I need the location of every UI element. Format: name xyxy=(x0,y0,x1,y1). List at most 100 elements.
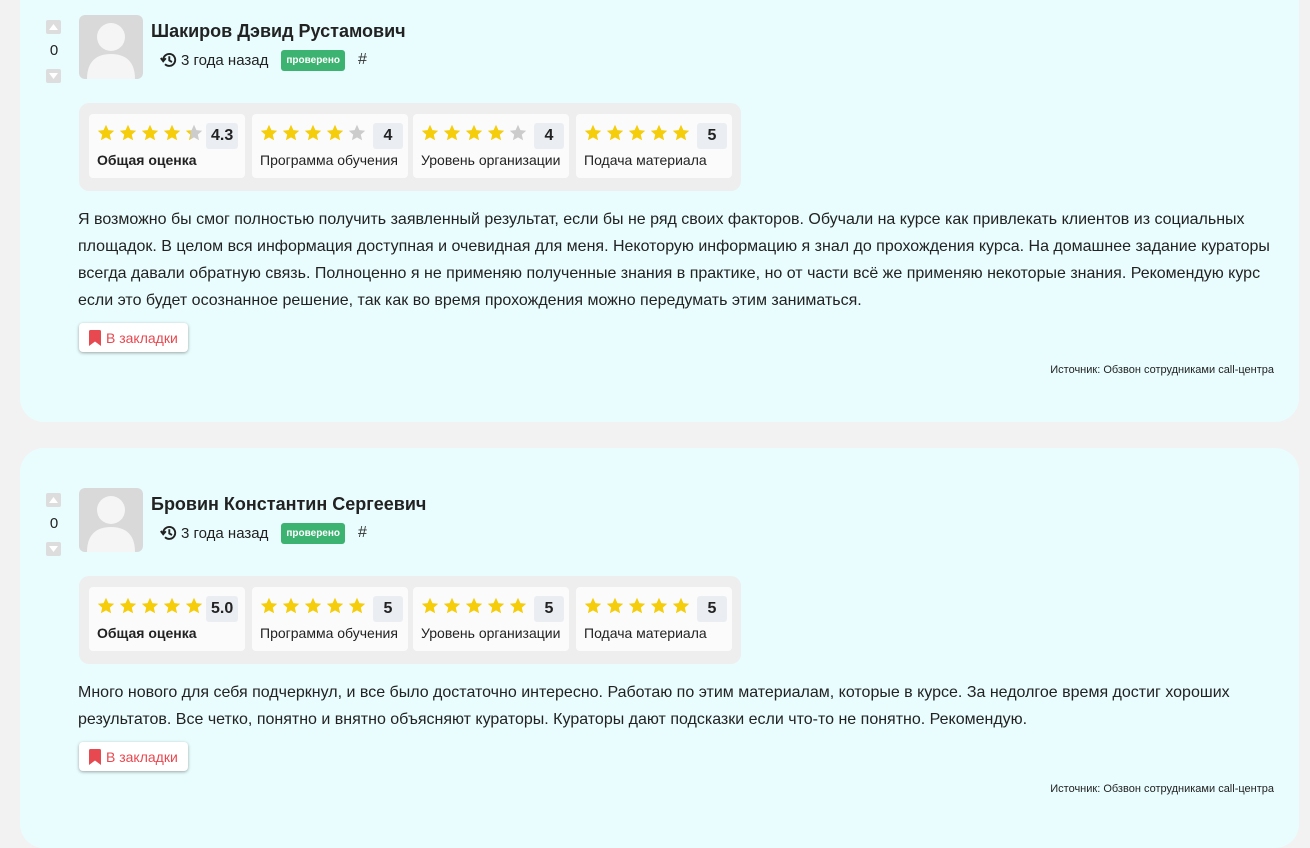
rating-score: 5 xyxy=(697,596,727,622)
star-filled-icon xyxy=(304,124,322,141)
star-filled-icon xyxy=(260,124,278,141)
permalink-link[interactable]: # xyxy=(358,51,367,69)
downvote-button[interactable] xyxy=(46,69,61,83)
star-filled-icon xyxy=(141,597,159,614)
rating-label: Подача материала xyxy=(584,625,707,641)
star-rating xyxy=(421,124,531,142)
rating-score: 4.3 xyxy=(206,123,239,149)
author-name[interactable]: Бровин Константин Сергеевич xyxy=(151,494,426,515)
star-filled-icon xyxy=(650,124,668,141)
star-filled-icon xyxy=(443,597,461,614)
author-name[interactable]: Шакиров Дэвид Рустамович xyxy=(151,21,406,42)
vote-count: 0 xyxy=(49,515,59,532)
star-rating xyxy=(260,124,370,142)
star-rating xyxy=(97,124,207,142)
rating-score: 5 xyxy=(534,596,564,622)
star-rating xyxy=(584,124,694,142)
rating-program: 4 Программа обучения xyxy=(252,114,408,178)
star-filled-icon xyxy=(487,597,505,614)
star-empty-icon xyxy=(348,124,366,141)
rating-score: 4 xyxy=(534,123,564,149)
bookmark-button[interactable]: В закладки xyxy=(79,323,188,352)
upvote-button[interactable] xyxy=(46,493,61,507)
vote-count: 0 xyxy=(49,42,59,59)
verified-badge: проверено xyxy=(281,522,346,544)
star-filled-icon xyxy=(584,597,602,614)
avatar[interactable] xyxy=(79,488,143,552)
star-filled-icon xyxy=(282,124,300,141)
rating-label: Программа обучения xyxy=(260,625,398,641)
star-filled-icon xyxy=(465,597,483,614)
star-filled-icon xyxy=(97,124,115,141)
star-filled-icon xyxy=(584,124,602,141)
rating-label: Программа обучения xyxy=(260,152,398,168)
rating-score: 5 xyxy=(697,123,727,149)
star-filled-icon xyxy=(163,597,181,614)
review-card: 0 Бровин Константин Сергеевич 3 года наз… xyxy=(20,448,1299,848)
history-icon xyxy=(160,51,178,69)
star-rating xyxy=(584,597,694,615)
star-filled-icon xyxy=(282,597,300,614)
star-filled-icon xyxy=(141,124,159,141)
star-filled-icon xyxy=(421,597,439,614)
star-filled-icon xyxy=(119,124,137,141)
star-rating xyxy=(260,597,370,615)
arrow-up-icon xyxy=(49,497,58,503)
vote-widget: 0 xyxy=(46,20,62,83)
star-filled-icon xyxy=(326,124,344,141)
rating-score: 4 xyxy=(373,123,403,149)
arrow-up-icon xyxy=(49,24,58,30)
permalink-link[interactable]: # xyxy=(358,524,367,542)
review-source: Источник: Обзвон сотрудниками call-центр… xyxy=(1050,364,1274,376)
rating-score: 5 xyxy=(373,596,403,622)
bookmark-icon xyxy=(89,329,101,346)
review-meta: 3 года назад проверено # xyxy=(160,522,367,544)
rating-organization: 4 Уровень организации xyxy=(413,114,569,178)
bookmark-icon xyxy=(89,748,101,765)
ratings-panel: 4.3 Общая оценка 4 Программа обучения 4 … xyxy=(79,103,741,191)
rating-organization: 5 Уровень организации xyxy=(413,587,569,651)
verified-badge: проверено xyxy=(281,49,346,71)
star-filled-icon xyxy=(465,124,483,141)
rating-score: 5.0 xyxy=(206,596,239,622)
rating-label: Уровень организации xyxy=(421,152,561,168)
star-filled-icon xyxy=(304,597,322,614)
star-filled-icon xyxy=(628,597,646,614)
arrow-down-icon xyxy=(49,546,58,552)
rating-overall: 4.3 Общая оценка xyxy=(89,114,245,178)
user-placeholder-icon xyxy=(87,496,135,552)
star-filled-icon xyxy=(672,124,690,141)
review-text: Много нового для себя подчеркнул, и все … xyxy=(78,684,1230,728)
history-icon xyxy=(160,524,178,542)
star-filled-icon xyxy=(163,124,181,141)
ratings-panel: 5.0 Общая оценка 5 Программа обучения 5 … xyxy=(79,576,741,664)
star-filled-icon xyxy=(348,597,366,614)
bookmark-label: В закладки xyxy=(106,329,178,346)
review-text: Я возможно бы смог полностью получить за… xyxy=(78,211,1270,309)
star-filled-icon xyxy=(606,597,624,614)
star-filled-icon xyxy=(650,597,668,614)
rating-label: Общая оценка xyxy=(97,625,197,641)
user-placeholder-icon xyxy=(87,23,135,79)
upvote-button[interactable] xyxy=(46,20,61,34)
avatar[interactable] xyxy=(79,15,143,79)
review-card: 0 Шакиров Дэвид Рустамович 3 года назад … xyxy=(20,0,1299,422)
star-filled-icon xyxy=(509,597,527,614)
star-filled-icon xyxy=(326,597,344,614)
star-filled-icon xyxy=(260,597,278,614)
star-filled-icon xyxy=(672,597,690,614)
star-filled-icon xyxy=(628,124,646,141)
star-filled-icon xyxy=(185,597,203,614)
arrow-down-icon xyxy=(49,73,58,79)
star-empty-icon xyxy=(509,124,527,141)
star-half-icon xyxy=(185,124,203,141)
rating-label: Общая оценка xyxy=(97,152,197,168)
star-filled-icon xyxy=(421,124,439,141)
bookmark-button[interactable]: В закладки xyxy=(79,742,188,771)
rating-overall: 5.0 Общая оценка xyxy=(89,587,245,651)
star-filled-icon xyxy=(606,124,624,141)
review-date: 3 года назад xyxy=(181,524,269,542)
star-rating xyxy=(421,597,531,615)
downvote-button[interactable] xyxy=(46,542,61,556)
star-rating xyxy=(97,597,207,615)
